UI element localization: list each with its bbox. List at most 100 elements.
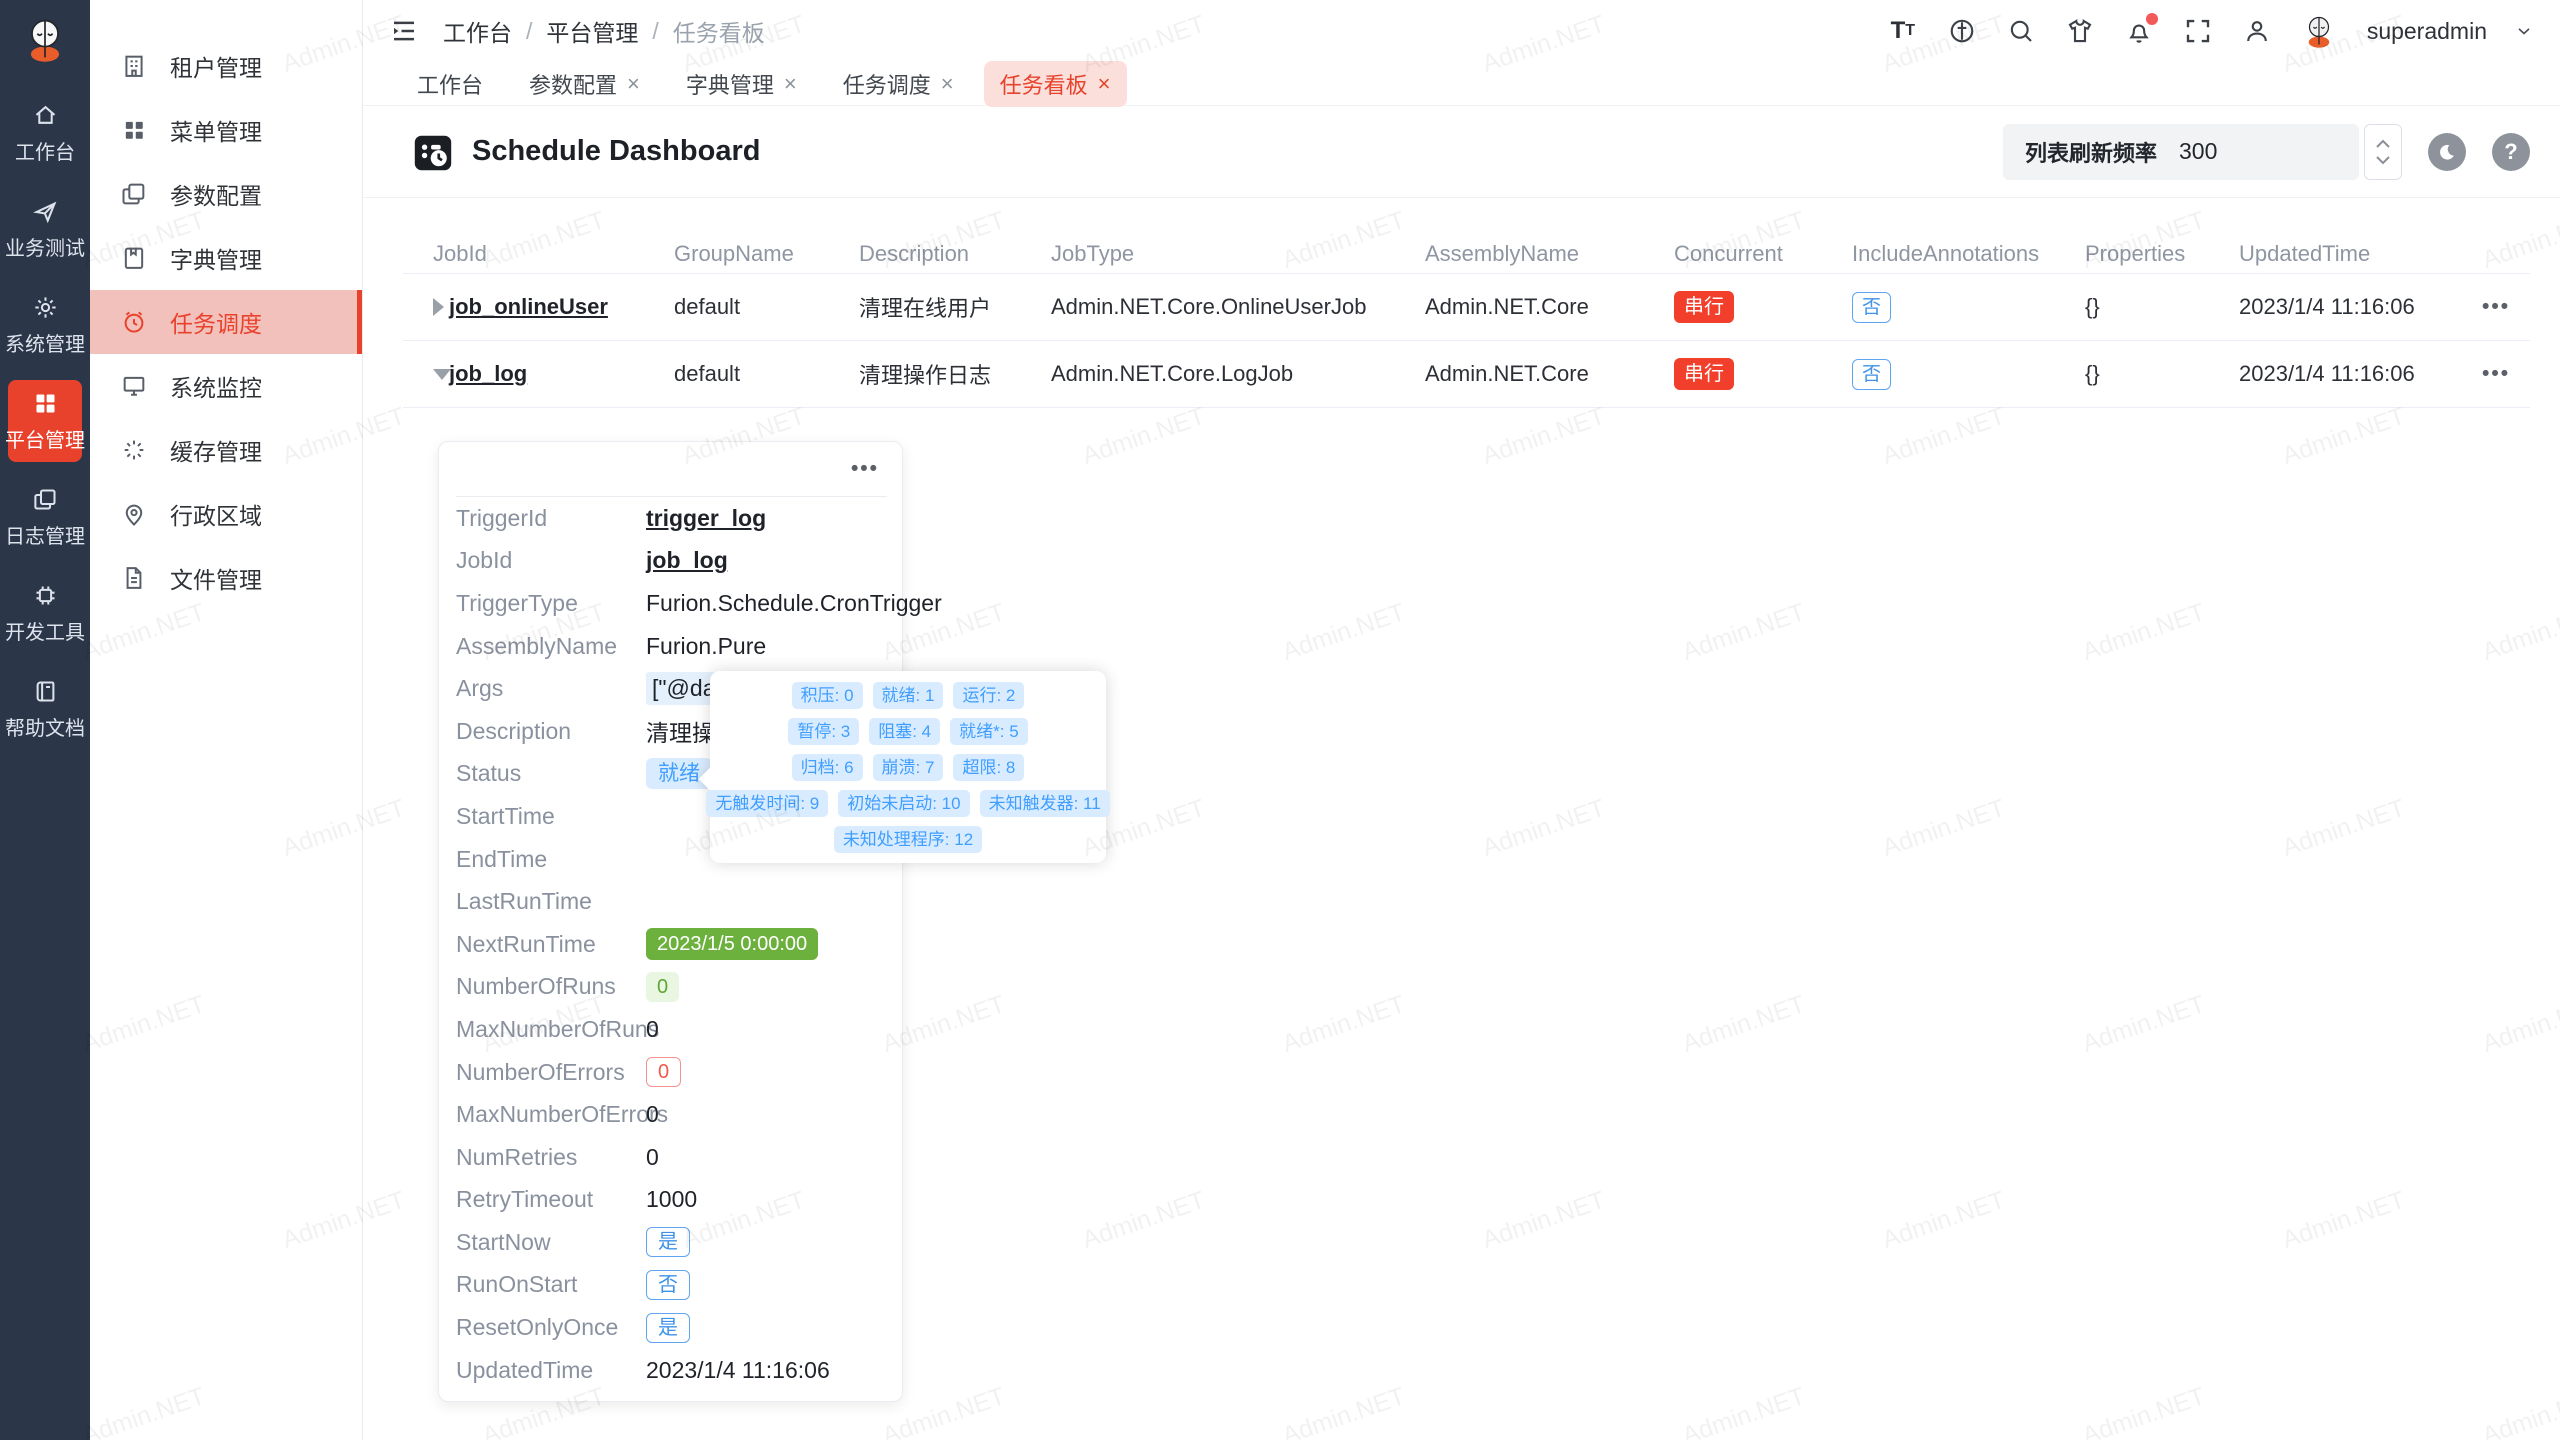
spinner-icon bbox=[120, 436, 148, 464]
next-run-time-tag: 2023/1/5 0:00:00 bbox=[646, 928, 818, 960]
table-row-job-log: job_log default 清理操作日志 Admin.NET.Core.Lo… bbox=[403, 341, 2530, 408]
column-header[interactable]: Description bbox=[859, 241, 1051, 267]
more-actions-icon[interactable]: ••• bbox=[2482, 295, 2510, 319]
number-of-errors-tag: 0 bbox=[646, 1057, 681, 1087]
column-header[interactable]: UpdatedTime bbox=[2239, 241, 2482, 267]
sidebar-item-label: 租户管理 bbox=[170, 49, 262, 83]
page-title: Schedule Dashboard bbox=[472, 135, 760, 168]
status-legend-tooltip: 积压: 0 就绪: 1 运行: 2 暂停: 3 阻塞: 4 就绪*: 5 归档:… bbox=[710, 671, 1106, 863]
column-header[interactable]: JobId bbox=[403, 241, 674, 267]
search-icon[interactable] bbox=[2005, 15, 2037, 47]
monitor-icon bbox=[120, 372, 148, 400]
sidebar-item-system-monitor[interactable]: 系统监控 bbox=[90, 354, 362, 418]
cell-group-name: default bbox=[674, 294, 859, 320]
rail-item-platform-mgmt[interactable]: 平台管理 bbox=[8, 380, 82, 462]
sidebar-item-menu-mgmt[interactable]: 菜单管理 bbox=[90, 98, 362, 162]
rail-item-workbench[interactable]: 工作台 bbox=[8, 92, 82, 174]
cell-job-type: Admin.NET.Core.OnlineUserJob bbox=[1051, 294, 1425, 320]
refresh-rate-input[interactable]: 列表刷新频率 300 bbox=[2003, 124, 2359, 180]
cell-updated-time: 2023/1/4 11:16:06 bbox=[2239, 294, 2482, 320]
job-id-link[interactable]: job_onlineUser bbox=[449, 294, 674, 320]
fullscreen-icon[interactable] bbox=[2182, 15, 2214, 47]
rail-item-system-mgmt[interactable]: 系统管理 bbox=[8, 284, 82, 366]
grid-icon bbox=[32, 390, 59, 417]
rail-item-dev-tools[interactable]: 开发工具 bbox=[8, 572, 82, 654]
column-header[interactable]: Properties bbox=[2085, 241, 2239, 267]
close-icon[interactable]: × bbox=[1098, 73, 1111, 95]
cell-properties: {} bbox=[2085, 361, 2239, 387]
tab-param-config[interactable]: 参数配置 × bbox=[513, 61, 656, 107]
sidebar-item-dict-mgmt[interactable]: 字典管理 bbox=[90, 226, 362, 290]
status-tag: 就绪: 1 bbox=[873, 682, 944, 709]
table-row-job-onlineUser: job_onlineUser default 清理在线用户 Admin.NET.… bbox=[403, 274, 2530, 341]
top-bar-actions: TT bbox=[1887, 12, 2534, 50]
reset-only-once-tag: 是 bbox=[646, 1313, 690, 1343]
rail-item-business-test[interactable]: 业务测试 bbox=[8, 188, 82, 270]
page-header: Schedule Dashboard 列表刷新频率 300 ? bbox=[363, 106, 2560, 198]
breadcrumb-item[interactable]: 平台管理 bbox=[546, 14, 638, 48]
rail-item-log-mgmt[interactable]: 日志管理 bbox=[8, 476, 82, 558]
sidebar-item-label: 字典管理 bbox=[170, 241, 262, 275]
sidebar-item-file-mgmt[interactable]: 文件管理 bbox=[90, 546, 362, 610]
menu-fold-icon[interactable] bbox=[389, 16, 419, 46]
app-logo[interactable] bbox=[0, 0, 90, 78]
close-icon[interactable]: × bbox=[627, 73, 640, 95]
job-id-link[interactable]: job_log bbox=[449, 361, 674, 387]
paper-plane-icon bbox=[32, 198, 59, 225]
column-header[interactable]: GroupName bbox=[674, 241, 859, 267]
tab-task-schedule[interactable]: 任务调度 × bbox=[827, 61, 970, 107]
sidebar-item-task-schedule[interactable]: 任务调度 bbox=[90, 290, 362, 354]
refresh-rate-value: 300 bbox=[2179, 138, 2217, 165]
close-icon[interactable]: × bbox=[941, 73, 954, 95]
cell-job-type: Admin.NET.Core.LogJob bbox=[1051, 361, 1425, 387]
sidebar-item-cache-mgmt[interactable]: 缓存管理 bbox=[90, 418, 362, 482]
username[interactable]: superadmin bbox=[2367, 18, 2487, 45]
sidebar-item-label: 系统监控 bbox=[170, 369, 262, 403]
status-tag: 未知处理程序: 12 bbox=[834, 826, 982, 853]
column-header[interactable]: AssemblyName bbox=[1425, 241, 1674, 267]
language-icon[interactable] bbox=[1946, 15, 1978, 47]
rail-item-label: 业务测试 bbox=[5, 232, 85, 261]
cell-assembly-name: Admin.NET.Core bbox=[1425, 294, 1674, 320]
column-header[interactable]: Concurrent bbox=[1674, 241, 1852, 267]
cell-updated-time: 2023/1/4 11:16:06 bbox=[2239, 361, 2482, 387]
status-tag: 无触发时间: 9 bbox=[706, 790, 828, 817]
dark-mode-toggle[interactable] bbox=[2428, 133, 2466, 171]
help-button[interactable]: ? bbox=[2492, 133, 2530, 171]
font-size-icon[interactable]: TT bbox=[1887, 15, 1919, 47]
top-bar: 工作台 / 平台管理 / 任务看板 TT bbox=[363, 0, 2560, 62]
app-rail: 工作台 业务测试 系统管理 平台管理 日志管理 开发工具 bbox=[0, 0, 90, 1440]
expand-row-icon[interactable] bbox=[433, 298, 444, 316]
moon-icon bbox=[2436, 141, 2458, 163]
column-header[interactable]: JobType bbox=[1051, 241, 1425, 267]
sidebar-item-admin-region[interactable]: 行政区域 bbox=[90, 482, 362, 546]
breadcrumb-item[interactable]: 工作台 bbox=[443, 14, 512, 48]
refresh-rate-label: 列表刷新频率 bbox=[2025, 136, 2157, 168]
theme-shirt-icon[interactable] bbox=[2064, 15, 2096, 47]
cell-assembly-name: Admin.NET.Core bbox=[1425, 361, 1674, 387]
number-stepper bbox=[2364, 124, 2402, 180]
rail-item-help-docs[interactable]: 帮助文档 bbox=[8, 668, 82, 750]
user-profile-icon[interactable] bbox=[2241, 15, 2273, 47]
job-id-link[interactable]: job_log bbox=[646, 547, 728, 574]
tab-dict-mgmt[interactable]: 字典管理 × bbox=[670, 61, 813, 107]
more-actions-icon[interactable]: ••• bbox=[2482, 362, 2510, 386]
sidebar-item-param-config[interactable]: 参数配置 bbox=[90, 162, 362, 226]
user-avatar[interactable] bbox=[2300, 12, 2338, 50]
close-icon[interactable]: × bbox=[784, 73, 797, 95]
status-tag: 归档: 6 bbox=[792, 754, 863, 781]
trigger-id-link[interactable]: trigger_log bbox=[646, 505, 766, 532]
sidebar-item-tenant-mgmt[interactable]: 租户管理 bbox=[90, 34, 362, 98]
more-actions-icon[interactable]: ••• bbox=[851, 457, 879, 481]
sidebar-item-label: 菜单管理 bbox=[170, 113, 262, 147]
status-tag: 崩溃: 7 bbox=[873, 754, 944, 781]
chevron-down-icon[interactable] bbox=[2514, 21, 2534, 41]
step-up-icon[interactable] bbox=[2375, 139, 2391, 149]
notifications-bell-icon[interactable] bbox=[2123, 15, 2155, 47]
column-header[interactable]: IncludeAnnotations bbox=[1852, 241, 2085, 267]
step-down-icon[interactable] bbox=[2375, 155, 2391, 165]
status-tag: 运行: 2 bbox=[953, 682, 1024, 709]
tab-workbench[interactable]: 工作台 bbox=[401, 61, 499, 107]
tab-bar: 工作台 参数配置 × 字典管理 × 任务调度 × 任务看板 × bbox=[363, 62, 2560, 106]
tab-task-dashboard[interactable]: 任务看板 × bbox=[984, 61, 1127, 107]
